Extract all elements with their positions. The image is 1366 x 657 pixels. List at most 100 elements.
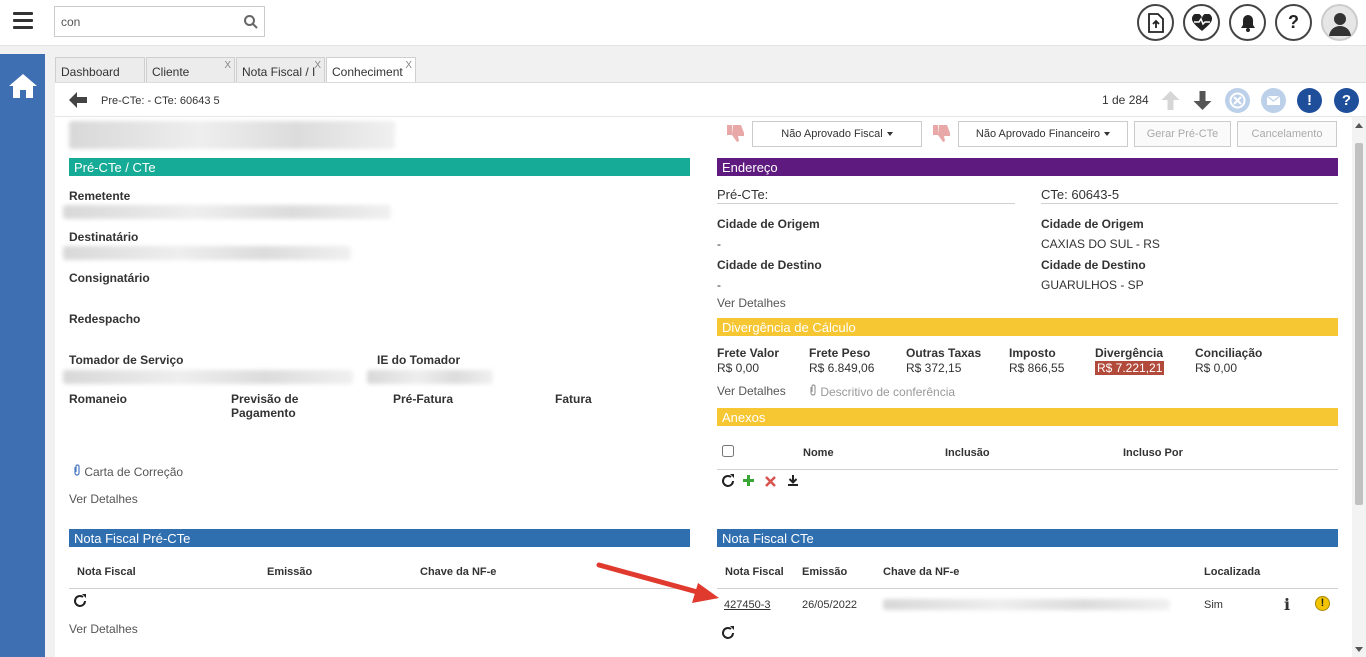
scroll-down-icon[interactable]	[1355, 647, 1363, 652]
destinatario-label: Destinatário	[69, 230, 139, 244]
help-question-icon[interactable]: ?	[1275, 4, 1312, 41]
divergencia-label: Divergência	[1095, 346, 1164, 360]
destino-label: Cidade de Destino	[1041, 258, 1146, 272]
col-emissao: Emissão	[267, 566, 313, 578]
nao-aprovado-fiscal-button[interactable]: Não Aprovado Fiscal	[752, 121, 922, 147]
vertical-scrollbar[interactable]	[1352, 117, 1366, 657]
redacted-header	[69, 121, 395, 149]
conciliacao-value: R$ 0,00	[1195, 361, 1238, 375]
previsao-label: Previsão de Pagamento	[231, 392, 299, 420]
scroll-thumb[interactable]	[1355, 143, 1363, 505]
bell-icon[interactable]	[1229, 4, 1266, 41]
tomador-label: Tomador de Serviço	[69, 353, 184, 367]
tab-conhecimento[interactable]: Conheciment X	[326, 57, 416, 84]
col-chave: Chave da NF-e	[883, 566, 960, 578]
select-all-checkbox[interactable]	[722, 445, 734, 457]
col-emissao: Emissão	[802, 566, 848, 578]
alert-exclamation-icon[interactable]: !	[1297, 88, 1322, 113]
cancelamento-button[interactable]: Cancelamento	[1237, 121, 1337, 147]
toolbar: Pre-CTe: - CTe: 60643 5 1 de 284 ! ?	[55, 83, 1366, 117]
cancel-circle-icon[interactable]	[1225, 88, 1250, 113]
ver-detalhes-link[interactable]: Ver Detalhes	[69, 492, 138, 506]
add-icon[interactable]	[742, 474, 755, 487]
paperclip-icon	[74, 464, 80, 476]
pre-origem-value: -	[717, 237, 721, 251]
tab-dashboard[interactable]: Dashboard	[55, 57, 145, 83]
descritivo-conferencia-link[interactable]: Descritivo de conferência	[809, 384, 955, 399]
frete-valor-label: Frete Valor	[717, 346, 780, 360]
button-label: Não Aprovado Fiscal	[781, 128, 883, 140]
thumbs-down-icon[interactable]	[931, 123, 953, 143]
redespacho-label: Redespacho	[69, 312, 141, 326]
nao-aprovado-financeiro-button[interactable]: Não Aprovado Financeiro	[958, 121, 1128, 147]
romaneio-label: Romaneio	[69, 392, 128, 406]
ver-detalhes-link[interactable]: Ver Detalhes	[717, 296, 786, 310]
tab-nota-fiscal[interactable]: Nota Fiscal / IX	[236, 57, 325, 83]
redacted-value	[367, 370, 493, 384]
tab-bar: Dashboard Cliente X Nota Fiscal / IX Conh…	[55, 57, 417, 84]
close-tab-icon[interactable]: X	[224, 60, 231, 71]
download-icon[interactable]	[787, 474, 799, 487]
pre-cte-label: Pré-CTe:	[717, 187, 769, 202]
home-icon[interactable]	[8, 72, 38, 100]
search-icon[interactable]	[243, 14, 259, 30]
origem-label: Cidade de Origem	[717, 217, 820, 231]
main-panel: Pre-CTe: - CTe: 60643 5 1 de 284 ! ? Não…	[55, 82, 1366, 657]
user-avatar-icon[interactable]	[1321, 4, 1358, 41]
button-label: Não Aprovado Financeiro	[975, 128, 1101, 140]
tab-label: Nota Fiscal / I	[242, 65, 316, 79]
redacted-value	[63, 205, 391, 219]
nf-number-link[interactable]: 427450-3	[724, 599, 771, 611]
hamburger-menu-icon[interactable]	[13, 12, 33, 30]
scroll-up-icon[interactable]	[1355, 123, 1363, 128]
section-endereco: Endereço	[717, 158, 1338, 176]
left-rail	[0, 54, 45, 657]
pre-fatura-label: Pré-Fatura	[393, 392, 454, 406]
cte-destino-value: GUARULHOS - SP	[1041, 278, 1144, 292]
tab-label: Dashboard	[61, 65, 120, 79]
consignatario-label: Consignatário	[69, 271, 150, 285]
redacted-chave	[883, 599, 1170, 610]
warning-icon[interactable]: !	[1315, 596, 1330, 611]
divider	[717, 203, 1015, 204]
col-incluso-por: Incluso Por	[1123, 447, 1183, 459]
outras-taxas-label: Outras Taxas	[906, 346, 982, 360]
paperclip-icon	[810, 384, 816, 396]
refresh-icon[interactable]	[720, 625, 736, 641]
gerar-pre-cte-button[interactable]: Gerar Pré-CTe	[1134, 121, 1231, 147]
upload-document-icon[interactable]	[1137, 4, 1174, 41]
frete-peso-label: Frete Peso	[809, 346, 871, 360]
section-nf-pre-cte: Nota Fiscal Pré-CTe	[69, 529, 690, 547]
emissao-value: 26/05/2022	[802, 599, 858, 611]
tab-cliente[interactable]: Cliente X	[146, 57, 235, 83]
info-icon[interactable]: i	[1284, 595, 1290, 614]
tab-label: Cliente	[152, 65, 190, 79]
divider	[717, 469, 1338, 470]
section-nf-cte: Nota Fiscal CTe	[717, 529, 1338, 547]
caret-down-icon	[886, 132, 893, 136]
origem-label: Cidade de Origem	[1041, 217, 1144, 231]
arrow-up-icon[interactable]	[1158, 88, 1183, 113]
refresh-icon[interactable]	[720, 473, 736, 489]
section-anexos: Anexos	[717, 408, 1338, 426]
col-inclusao: Inclusão	[945, 447, 990, 459]
section-divergencia: Divergência de Cálculo	[717, 318, 1338, 336]
cte-label: CTe: 60643-5	[1041, 187, 1120, 202]
health-heart-icon[interactable]	[1183, 4, 1220, 41]
email-icon[interactable]	[1261, 88, 1286, 113]
delete-icon[interactable]	[765, 476, 776, 487]
arrow-down-icon[interactable]	[1190, 88, 1215, 113]
back-arrow-icon[interactable]	[67, 90, 89, 110]
ver-detalhes-link[interactable]: Ver Detalhes	[717, 384, 786, 398]
ver-detalhes-link[interactable]: Ver Detalhes	[69, 622, 138, 636]
remetente-label: Remetente	[69, 189, 131, 203]
refresh-icon[interactable]	[72, 593, 88, 609]
carta-correcao-link[interactable]: Carta de Correção	[73, 464, 183, 479]
divergencia-value: R$ 7.221,21	[1095, 361, 1165, 375]
close-tab-icon[interactable]: X	[405, 60, 412, 71]
help-icon[interactable]: ?	[1334, 88, 1359, 113]
close-tab-icon[interactable]: X	[314, 60, 321, 71]
thumbs-down-icon[interactable]	[725, 123, 747, 143]
search-input[interactable]	[55, 7, 235, 36]
descritivo-label: Descritivo de conferência	[820, 385, 956, 399]
